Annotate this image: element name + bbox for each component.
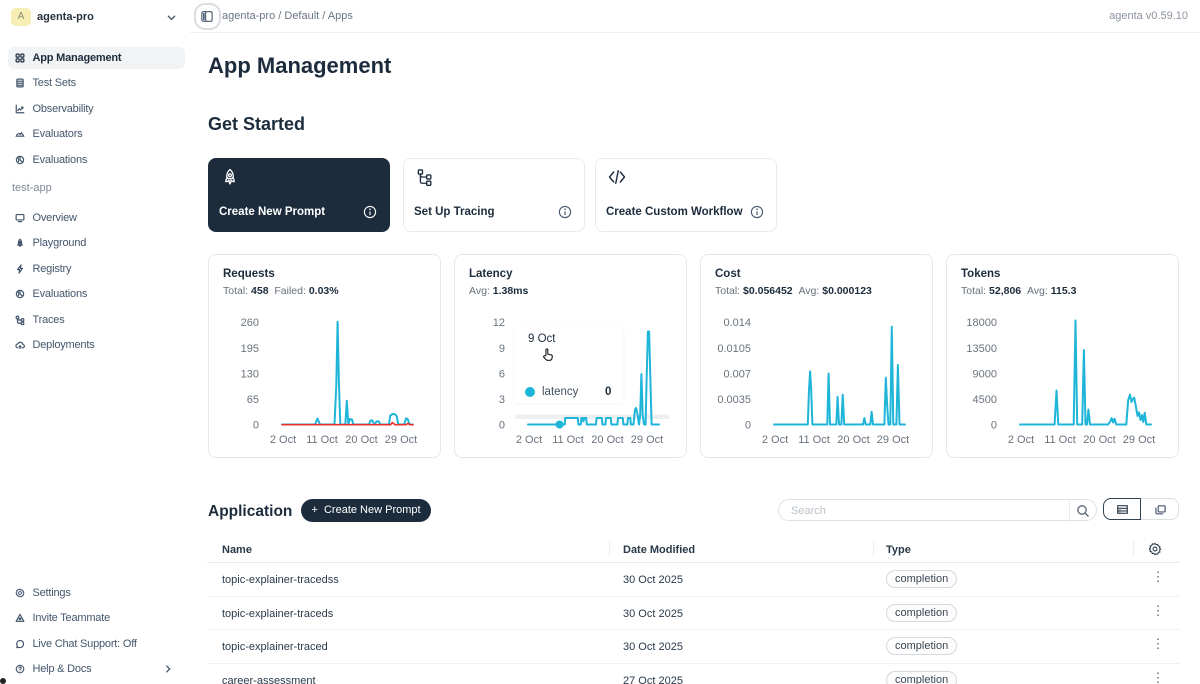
svg-text:4500: 4500 <box>973 394 997 406</box>
svg-text:0.0035: 0.0035 <box>717 394 751 406</box>
svg-text:0.0105: 0.0105 <box>717 343 751 355</box>
svg-text:65: 65 <box>247 394 259 406</box>
svg-text:2 Oct: 2 Oct <box>516 434 542 446</box>
svg-text:9: 9 <box>499 343 505 355</box>
svg-text:2 Oct: 2 Oct <box>762 434 788 446</box>
svg-text:11 Oct: 11 Oct <box>552 434 584 446</box>
svg-text:3: 3 <box>499 394 505 406</box>
svg-text:11 Oct: 11 Oct <box>306 434 338 446</box>
svg-text:0: 0 <box>991 420 997 432</box>
svg-text:9000: 9000 <box>973 368 997 380</box>
svg-text:29 Oct: 29 Oct <box>631 434 663 446</box>
svg-text:13500: 13500 <box>966 343 997 355</box>
svg-text:2 Oct: 2 Oct <box>270 434 296 446</box>
svg-text:0: 0 <box>253 420 259 432</box>
svg-text:0.014: 0.014 <box>723 317 751 329</box>
svg-text:0.007: 0.007 <box>723 368 751 380</box>
svg-text:20 Oct: 20 Oct <box>591 434 623 446</box>
svg-text:0: 0 <box>745 420 751 432</box>
svg-text:18000: 18000 <box>966 317 997 329</box>
svg-text:6: 6 <box>499 368 505 380</box>
svg-text:260: 260 <box>241 317 259 329</box>
svg-text:195: 195 <box>241 343 259 355</box>
svg-text:20 Oct: 20 Oct <box>1083 434 1115 446</box>
svg-text:11 Oct: 11 Oct <box>798 434 830 446</box>
svg-text:20 Oct: 20 Oct <box>345 434 377 446</box>
svg-text:11 Oct: 11 Oct <box>1044 434 1076 446</box>
svg-text:20 Oct: 20 Oct <box>837 434 869 446</box>
svg-text:12: 12 <box>493 317 505 329</box>
svg-text:29 Oct: 29 Oct <box>385 434 417 446</box>
svg-text:2 Oct: 2 Oct <box>1008 434 1034 446</box>
svg-text:29 Oct: 29 Oct <box>1123 434 1155 446</box>
svg-text:29 Oct: 29 Oct <box>877 434 909 446</box>
svg-text:0: 0 <box>499 420 505 432</box>
svg-text:130: 130 <box>241 368 259 380</box>
